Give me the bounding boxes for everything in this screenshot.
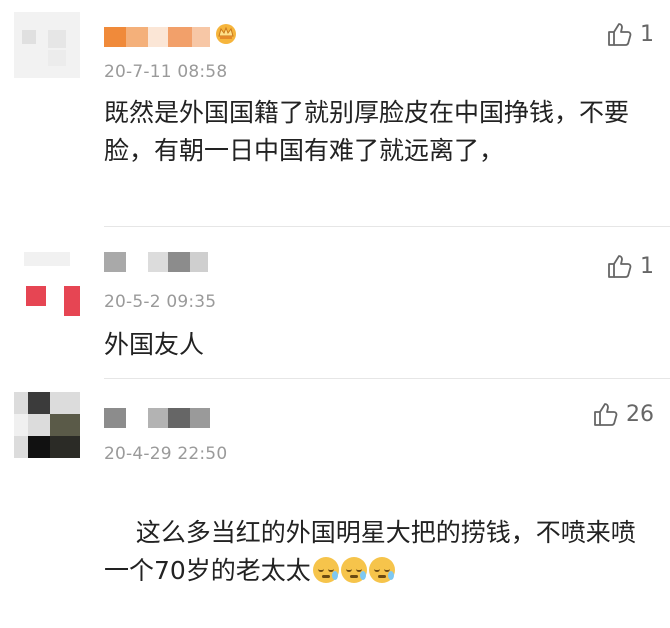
comment-text: 外国友人: [104, 330, 205, 359]
like-button[interactable]: 1: [606, 20, 654, 48]
like-count: 1: [640, 21, 654, 47]
thumbs-up-icon: [594, 403, 618, 426]
comment-item: 20-5-2 09:35 外国友人 1: [0, 228, 670, 380]
like-count: 26: [626, 401, 654, 427]
thumbs-up-icon: [608, 23, 632, 46]
cold-sweat-emoji-icon: [368, 557, 395, 583]
comment-time: 20-5-2 09:35: [104, 292, 217, 312]
comment-item: 20-7-11 08:58 既然是外国国籍了就别厚脸皮在中国挣钱，不要脸，有朝一…: [0, 0, 670, 228]
comment-item: 20-4-29 22:50 这么多当红的外国明星大把的捞钱，不喷来喷一个70岁的…: [0, 380, 670, 585]
avatar[interactable]: [14, 392, 80, 458]
crown-badge-icon: [216, 24, 236, 44]
like-button[interactable]: 26: [592, 400, 654, 428]
comment-time: 20-7-11 08:58: [104, 62, 228, 82]
divider: [104, 378, 670, 379]
thumbs-up-icon: [608, 255, 632, 278]
cold-sweat-emoji-icon: [312, 557, 339, 583]
comment-text: 这么多当红的外国明星大把的捞钱，不喷来喷一个70岁的老太太: [104, 476, 652, 628]
avatar[interactable]: [14, 12, 80, 78]
like-button[interactable]: 1: [606, 252, 654, 280]
cold-sweat-emoji-icon: [340, 557, 367, 583]
comment-text: 既然是外国国籍了就别厚脸皮在中国挣钱，不要脸，有朝一日中国有难了就远离了，: [104, 98, 630, 165]
avatar[interactable]: [14, 250, 80, 316]
comment-time: 20-4-29 22:50: [104, 444, 228, 464]
divider: [104, 226, 670, 227]
like-count: 1: [640, 253, 654, 279]
